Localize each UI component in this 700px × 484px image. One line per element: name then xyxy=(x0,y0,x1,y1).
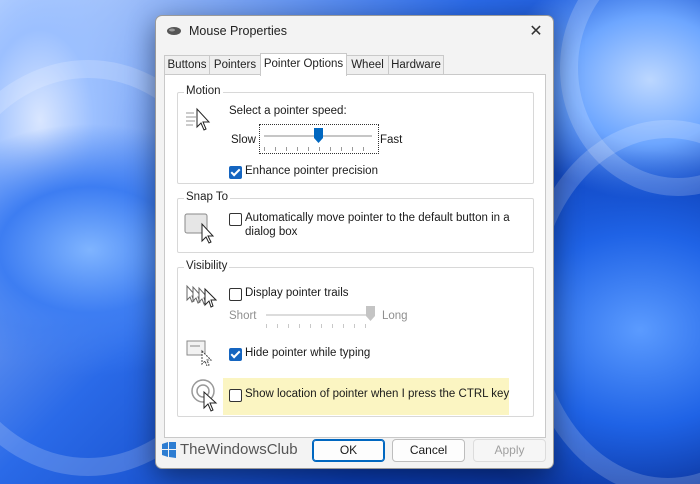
slow-label: Slow xyxy=(231,134,256,146)
title-bar[interactable]: Mouse Properties ✕ xyxy=(156,16,553,48)
pointer-speed-icon xyxy=(186,107,211,131)
motion-group-title: Motion xyxy=(184,85,223,97)
watermark: TheWindowsClub xyxy=(162,441,298,458)
mouse-icon xyxy=(167,27,181,35)
tab-buttons[interactable]: Buttons xyxy=(164,55,210,75)
cancel-button[interactable]: Cancel xyxy=(392,439,465,462)
motion-group: Motion Select a pointer speed: Slow Fast… xyxy=(177,85,534,184)
enhance-precision-checkbox[interactable] xyxy=(229,166,242,179)
pointer-trails-checkbox[interactable] xyxy=(229,288,242,301)
speed-slider-thumb[interactable] xyxy=(313,128,323,143)
windowsclub-logo-icon xyxy=(162,441,176,458)
fast-label: Fast xyxy=(380,134,403,146)
mouse-properties-dialog: Mouse Properties ✕ Buttons Pointers Poin… xyxy=(155,15,554,469)
tab-pointers[interactable]: Pointers xyxy=(209,55,261,75)
ctrl-locate-icon xyxy=(191,379,218,412)
snap-to-group-title: Snap To xyxy=(184,191,230,203)
close-icon: ✕ xyxy=(529,23,543,40)
watermark-text: TheWindowsClub xyxy=(180,441,298,458)
visibility-group: Visibility Display pointer trails Short … xyxy=(177,260,534,417)
long-label: Long xyxy=(382,310,408,322)
tab-pointer-options[interactable]: Pointer Options xyxy=(260,53,347,76)
trail-length-slider-track[interactable] xyxy=(266,314,370,316)
snap-to-group: Snap To Automatically move pointer to th… xyxy=(177,191,534,253)
ctrl-locate-checkbox[interactable] xyxy=(229,389,242,402)
hide-pointer-checkbox[interactable] xyxy=(229,348,242,361)
hide-pointer-label[interactable]: Hide pointer while typing xyxy=(245,347,370,359)
ok-button[interactable]: OK xyxy=(312,439,385,462)
snap-to-icon xyxy=(184,213,215,244)
window-title: Mouse Properties xyxy=(189,24,287,38)
ctrl-locate-label[interactable]: Show location of pointer when I press th… xyxy=(245,388,509,400)
tab-wheel[interactable]: Wheel xyxy=(346,55,389,75)
enhance-precision-label[interactable]: Enhance pointer precision xyxy=(245,165,378,177)
pointer-trails-label[interactable]: Display pointer trails xyxy=(245,287,349,299)
speed-slider-ticks xyxy=(264,147,374,151)
snap-to-label-line2[interactable]: dialog box xyxy=(245,226,297,238)
pointer-speed-label: Select a pointer speed: xyxy=(229,105,347,117)
tab-hardware[interactable]: Hardware xyxy=(388,55,444,75)
close-button[interactable]: ✕ xyxy=(519,16,553,46)
hide-pointer-icon xyxy=(186,340,213,366)
short-label: Short xyxy=(229,310,257,322)
snap-to-label-line1[interactable]: Automatically move pointer to the defaul… xyxy=(245,212,510,224)
trail-length-slider-thumb[interactable] xyxy=(365,306,375,321)
visibility-group-title: Visibility xyxy=(184,260,230,272)
pointer-options-panel: Motion Select a pointer speed: Slow Fast… xyxy=(164,74,546,438)
pointer-trails-icon xyxy=(186,284,217,308)
apply-button[interactable]: Apply xyxy=(473,439,546,462)
snap-to-checkbox[interactable] xyxy=(229,213,242,226)
trail-length-slider-ticks xyxy=(266,324,372,328)
